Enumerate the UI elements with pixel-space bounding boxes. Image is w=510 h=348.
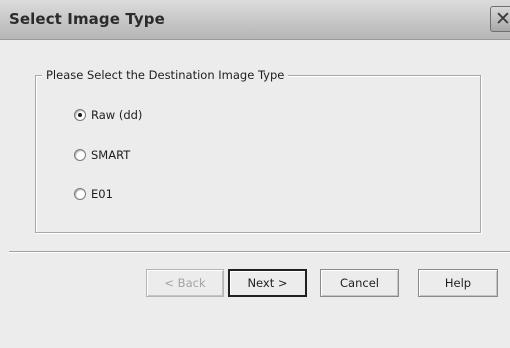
radio-option-raw[interactable]: Raw (dd) bbox=[74, 107, 142, 123]
back-button[interactable]: < Back bbox=[146, 269, 224, 297]
button-separator bbox=[9, 251, 510, 253]
window-title: Select Image Type bbox=[9, 10, 165, 28]
cancel-button[interactable]: Cancel bbox=[320, 269, 399, 297]
radio-button-smart[interactable] bbox=[74, 149, 86, 161]
next-button[interactable]: Next > bbox=[228, 269, 307, 297]
radio-label-e01: E01 bbox=[91, 187, 113, 201]
dialog-body: Please Select the Destination Image Type… bbox=[0, 41, 510, 348]
close-icon: ✕ bbox=[495, 8, 510, 30]
radio-option-e01[interactable]: E01 bbox=[74, 186, 113, 202]
help-button[interactable]: Help bbox=[418, 269, 498, 297]
title-bar: Select Image Type ✕ bbox=[0, 0, 510, 40]
close-button[interactable]: ✕ bbox=[490, 6, 510, 32]
radio-button-raw[interactable] bbox=[74, 109, 86, 121]
groupbox-legend: Please Select the Destination Image Type bbox=[42, 68, 289, 82]
radio-label-raw: Raw (dd) bbox=[91, 108, 143, 122]
radio-option-smart[interactable]: SMART bbox=[74, 147, 130, 163]
radio-label-smart: SMART bbox=[91, 148, 131, 162]
radio-button-e01[interactable] bbox=[74, 188, 86, 200]
